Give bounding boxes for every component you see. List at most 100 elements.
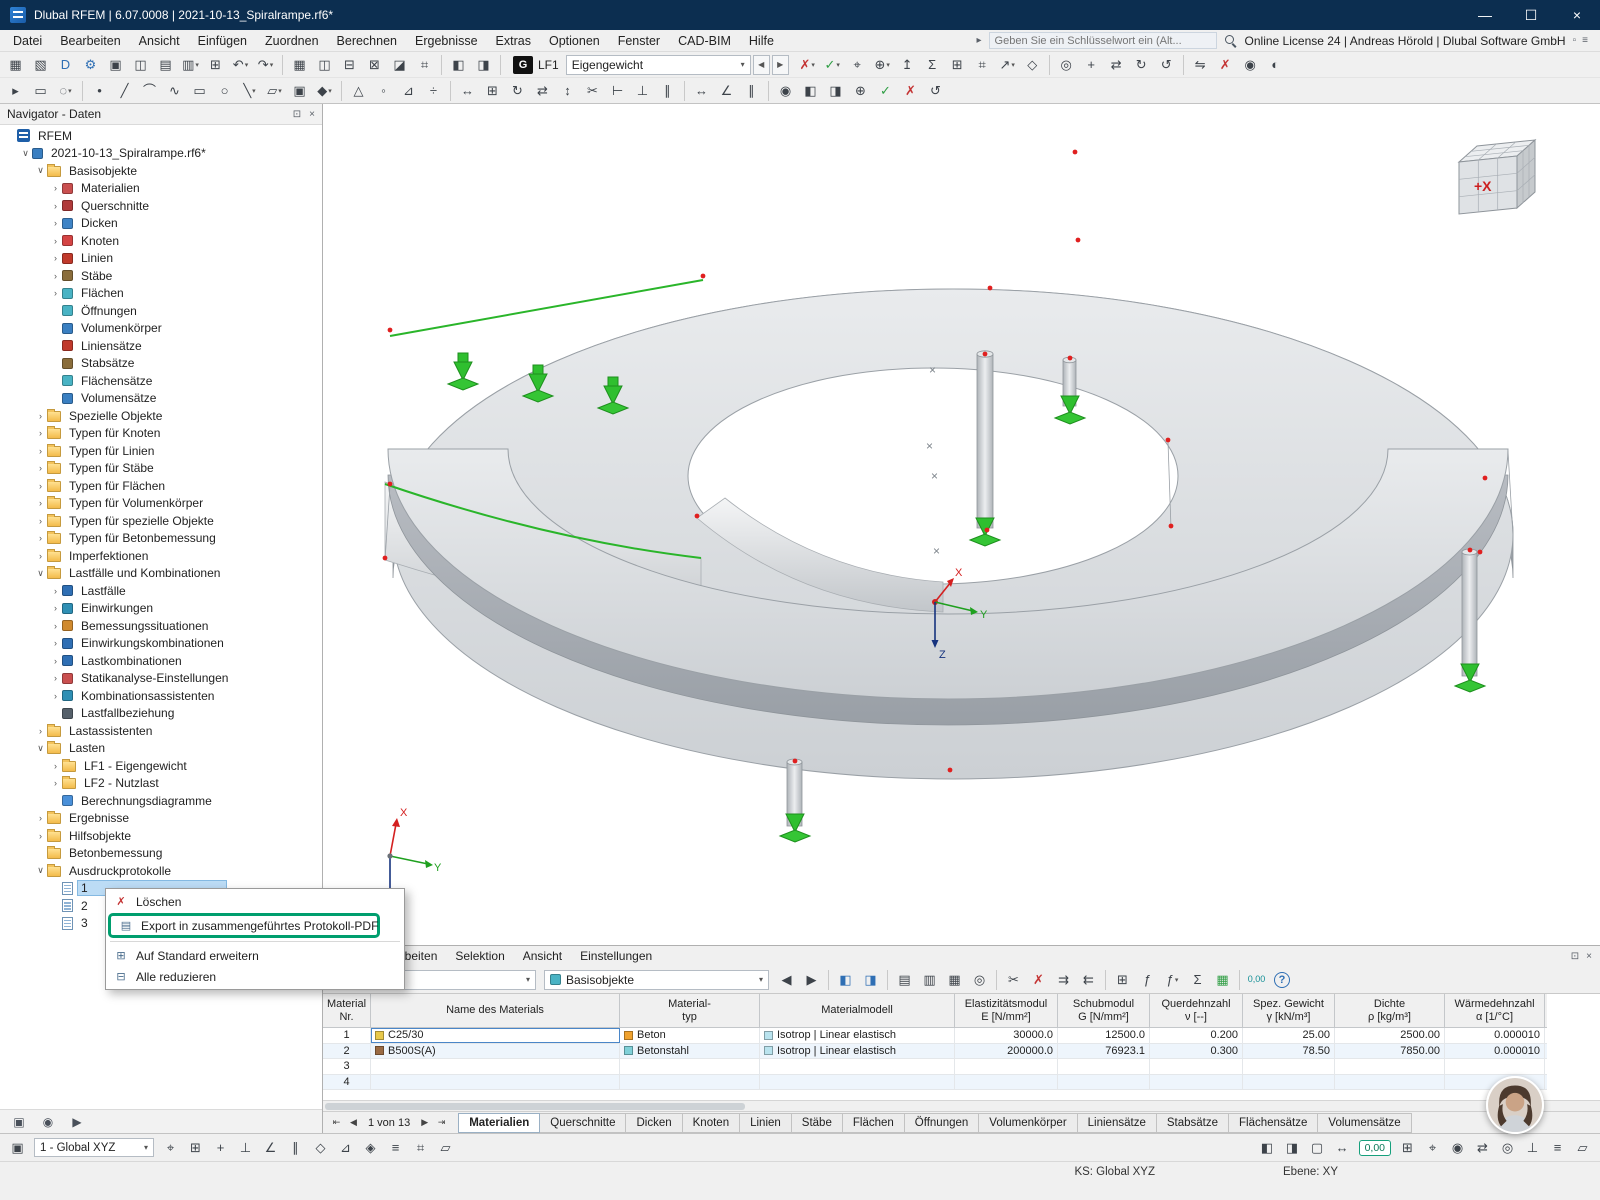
function-edit-icon[interactable]: ƒ ▾ [1161,969,1184,991]
tree-item-liniens-tze[interactable]: Liniensätze [0,337,322,355]
column-header-querdehnzahl[interactable]: Querdehnzahl ν [--] [1150,994,1243,1027]
layer-icon[interactable]: ≡ [384,1137,407,1159]
table-3d-sync-icon[interactable]: ◧ [834,969,857,991]
tree-item-ausdruckprotokolle[interactable]: ∨ Ausdruckprotokolle [0,862,322,880]
bim-settings-icon[interactable]: ⚙ [79,54,102,76]
ruler-icon[interactable]: ↔ [1331,1137,1354,1159]
table-cell[interactable] [1150,1059,1243,1074]
connect-icon[interactable]: ⊥ [631,80,654,102]
close-panel-icon[interactable]: × [1586,951,1592,962]
tree-item-kombinationsassistenten[interactable]: › Kombinationsassistenten [0,687,322,705]
context-menu-item-l-schen[interactable]: ✗ Löschen [106,891,404,912]
tree-item-fl-chen[interactable]: › Flächen [0,285,322,303]
table-cell[interactable]: 0.200 [1150,1028,1243,1043]
context-menu-item-export-in-zusammengef-hrtes-protokoll-pdf[interactable]: ▤ Export in zusammengeführtes Protokoll-P… [108,913,380,938]
tree-item-spezielle-objekte[interactable]: › Spezielle Objekte [0,407,322,425]
export-table-icon[interactable]: ⇉ [1052,969,1075,991]
tree-item-linien[interactable]: › Linien [0,250,322,268]
tab-knoten[interactable]: Knoten [681,1112,741,1133]
dimension-icon[interactable]: ↔ [690,80,713,102]
table-select-sync-icon[interactable]: ◨ [859,969,882,991]
tab-fl-chens-tze[interactable]: Flächensätze [1228,1112,1319,1133]
tab-volumenk-rper[interactable]: Volumenkörper [978,1112,1078,1133]
sum-icon[interactable]: Σ [921,54,944,76]
table-cell[interactable] [1058,1059,1150,1074]
decimals-icon[interactable]: 0,00 [1245,969,1268,991]
new-model-icon[interactable]: ▦ [4,54,27,76]
column-header-name-des-materials[interactable]: Name des Materials [371,994,620,1027]
guideline-snap-icon[interactable]: ∥ [284,1137,307,1159]
first-page-button[interactable]: ⇤ [328,1114,345,1131]
node-icon[interactable]: • [88,80,111,102]
paste-icon[interactable]: ▣ [104,54,127,76]
tree-item-rfem[interactable]: RFEM [0,127,322,145]
isometric-view-icon[interactable]: ◇ [1021,54,1044,76]
table-cell[interactable]: 3 [323,1059,371,1074]
expand-arrow-icon[interactable]: › [49,656,62,666]
pin-icon[interactable]: ⊡ [293,109,301,120]
snap-toggle-icon[interactable]: ⌖ [1421,1137,1444,1159]
scale-icon[interactable]: ↕ [556,80,579,102]
horizontal-scrollbar[interactable] [323,1100,1600,1111]
tab-dicken[interactable]: Dicken [625,1112,683,1133]
search-settings-icon[interactable] [1224,34,1238,48]
tree-item-lastkombinationen[interactable]: › Lastkombinationen [0,652,322,670]
table-cell[interactable]: 1 [323,1028,371,1043]
table-cell[interactable]: 0.300 [1150,1043,1243,1058]
snap-node-icon[interactable]: ⌖ [159,1137,182,1159]
tree-item-typen-f-r-fl-chen[interactable]: › Typen für Flächen [0,477,322,495]
table-cell[interactable]: 25.00 [1243,1028,1335,1043]
table-cell[interactable]: 0.000010 [1445,1043,1545,1058]
insert-row-icon[interactable]: ⊞ [1111,969,1134,991]
guideline-icon[interactable]: ∥ [740,80,763,102]
excel-export-icon[interactable]: ▦ [1211,969,1234,991]
open-model-icon[interactable]: ▧ [29,54,52,76]
regenerate-icon[interactable]: ↺ [924,80,947,102]
print-icon[interactable]: ▤ [154,54,177,76]
table-cell[interactable]: C25/30 [371,1028,620,1043]
collapse-arrow-icon[interactable]: ∨ [34,865,47,876]
tree-item-betonbemessung[interactable]: Betonbemessung [0,845,322,863]
context-menu-item-alle-reduzieren[interactable]: ⊟ Alle reduzieren [106,966,404,987]
table-result-icon[interactable]: ▦ [943,969,966,991]
expand-arrow-icon[interactable]: › [49,778,62,788]
select-icon[interactable]: ▸ [4,80,27,102]
grid-toggle-icon[interactable]: ⊞ [1396,1137,1419,1159]
table-cell[interactable]: Isotrop | Linear elastisch [760,1028,955,1043]
menu-hilfe[interactable]: Hilfe [740,32,783,50]
tree-item-dicken[interactable]: › Dicken [0,215,322,233]
tab-stabs-tze[interactable]: Stabsätze [1155,1112,1229,1133]
table-cell[interactable]: 78.50 [1243,1043,1335,1058]
table-next-icon[interactable]: ▶ [800,969,823,991]
solid-icon[interactable]: ◆ ▾ [313,80,336,102]
delete-row-icon[interactable]: ✗ [1027,969,1050,991]
tree-item-stabs-tze[interactable]: Stabsätze [0,355,322,373]
xyz-arrows-icon[interactable]: ↥ [896,54,919,76]
line-icon[interactable]: ╱ [113,80,136,102]
collapse-arrow-icon[interactable]: ∨ [34,165,47,176]
last-page-button[interactable]: ⇥ [433,1114,450,1131]
clipping-box-icon[interactable]: ◧ [799,80,822,102]
zoom-in-icon[interactable]: + [1080,54,1103,76]
coordinate-system-icon[interactable]: ⌗ [409,1137,432,1159]
table-filter-icon[interactable]: ▥ [918,969,941,991]
tree-item-berechnungsdiagramme[interactable]: Berechnungsdiagramme [0,792,322,810]
tree-item-typen-f-r-volumenk-rper[interactable]: › Typen für Volumenkörper [0,495,322,513]
angle-snap-icon[interactable]: ∠ [259,1137,282,1159]
column-header-spez-gewicht-kn-m[interactable]: Spez. Gewicht γ [kN/m³] [1243,994,1335,1027]
divide-icon[interactable]: ∥ [656,80,679,102]
undo-icon[interactable]: ↶ ▾ [229,54,252,76]
view-display-icon[interactable]: ▣ [6,1137,29,1159]
tree-item-einwirkungskombinationen[interactable]: › Einwirkungskombinationen [0,635,322,653]
camera-icon[interactable]: ◉ [1239,54,1262,76]
load-case-next-button[interactable]: ▶ [771,54,789,75]
copy-icon[interactable]: ⊞ [204,54,227,76]
table-menu-ansicht[interactable]: Ansicht [514,947,571,965]
table-cell[interactable]: Betonstahl [620,1043,760,1058]
table-cell[interactable] [760,1059,955,1074]
wireframe-mode-icon[interactable]: ▢ [1306,1137,1329,1159]
prev-page-button[interactable]: ◀ [345,1114,362,1131]
tree-item-lastassistenten[interactable]: › Lastassistenten [0,722,322,740]
scrollbar-thumb[interactable] [325,1103,745,1110]
extend-icon[interactable]: ⊢ [606,80,629,102]
